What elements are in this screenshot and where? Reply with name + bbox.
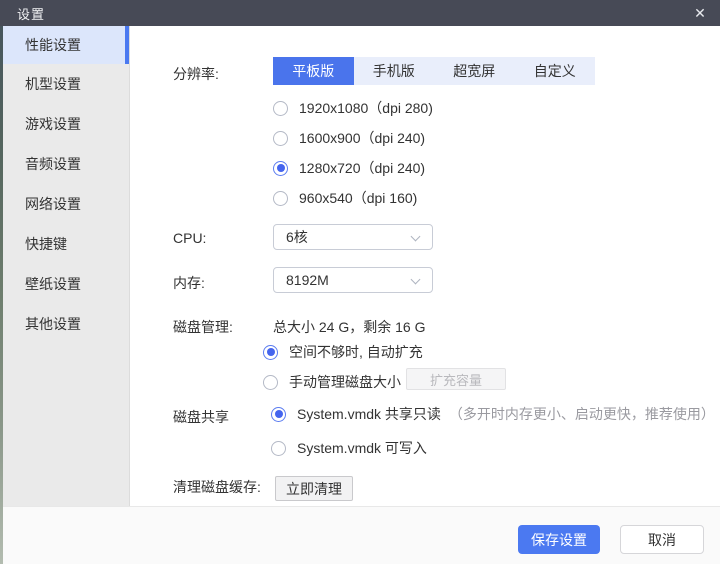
resolution-option-960x540[interactable]: 960x540（dpi 160) — [273, 188, 417, 208]
tab-tablet[interactable]: 平板版 — [273, 57, 354, 85]
sidebar-item-label: 壁纸设置 — [25, 276, 81, 292]
radio-label: 960x540（dpi 160) — [299, 190, 418, 206]
expand-capacity-button[interactable]: 扩充容量 — [406, 368, 506, 390]
radio-label: 1280x720（dpi 240) — [299, 160, 426, 176]
radio-label: System.vmdk 可写入 — [297, 440, 427, 456]
settings-window: 设置 ✕ 性能设置 机型设置 游戏设置 音频设置 网络设置 快捷键 壁纸设置 其… — [0, 0, 720, 564]
chevron-down-icon — [410, 274, 421, 285]
close-icon[interactable]: ✕ — [686, 0, 714, 26]
radio-icon — [271, 406, 286, 422]
radio-label: 1600x900（dpi 240) — [299, 130, 426, 146]
disk-management-label: 磁盘管理: — [173, 319, 233, 335]
sidebar-item-performance[interactable]: 性能设置 — [3, 26, 129, 64]
chevron-down-icon — [410, 231, 421, 242]
disk-share-writable-option[interactable]: System.vmdk 可写入 — [271, 438, 427, 458]
sidebar-item-audio[interactable]: 音频设置 — [3, 144, 129, 184]
disk-share-readonly-option[interactable]: System.vmdk 共享只读 （多开时内存更小、启动更快，推荐使用） — [271, 404, 715, 424]
radio-label: 空间不够时, 自动扩充 — [289, 344, 423, 360]
radio-note: （多开时内存更小、启动更快，推荐使用） — [448, 406, 715, 422]
sidebar-item-network[interactable]: 网络设置 — [3, 184, 129, 224]
window-title: 设置 — [17, 6, 46, 22]
sidebar-item-other[interactable]: 其他设置 — [3, 304, 129, 344]
clean-cache-label: 清理磁盘缓存: — [173, 479, 261, 495]
sidebar-item-wallpaper[interactable]: 壁纸设置 — [3, 264, 129, 304]
sidebar-item-game[interactable]: 游戏设置 — [3, 104, 129, 144]
radio-icon — [273, 190, 288, 206]
tab-phone[interactable]: 手机版 — [354, 57, 435, 85]
radio-icon — [271, 440, 286, 456]
radio-icon — [263, 344, 278, 360]
resolution-option-1600x900[interactable]: 1600x900（dpi 240) — [273, 128, 425, 148]
cpu-select[interactable]: 6核 — [273, 224, 433, 250]
sidebar-item-label: 快捷键 — [25, 236, 67, 252]
resolution-option-1920x1080[interactable]: 1920x1080（dpi 280) — [273, 98, 433, 118]
sidebar-item-label: 其他设置 — [25, 316, 81, 332]
memory-select-value: 8192M — [286, 272, 329, 288]
disk-auto-expand-option[interactable]: 空间不够时, 自动扩充 — [263, 342, 423, 362]
tab-custom[interactable]: 自定义 — [515, 57, 596, 85]
tab-label: 手机版 — [372, 63, 415, 79]
clean-now-button[interactable]: 立即清理 — [275, 476, 353, 501]
save-button[interactable]: 保存设置 — [518, 525, 600, 554]
resolution-label: 分辨率: — [173, 66, 219, 82]
radio-label: 手动管理磁盘大小 — [289, 374, 401, 390]
tab-label: 自定义 — [533, 63, 576, 79]
resolution-tabbar: 平板版 手机版 超宽屏 自定义 — [273, 57, 595, 85]
radio-icon — [273, 160, 288, 176]
sidebar-item-label: 游戏设置 — [25, 116, 81, 132]
disk-manual-manage-option[interactable]: 手动管理磁盘大小 — [263, 372, 401, 392]
radio-icon — [273, 100, 288, 116]
cpu-label: CPU: — [173, 230, 207, 246]
sidebar-item-shortcuts[interactable]: 快捷键 — [3, 224, 129, 264]
sidebar-item-label: 网络设置 — [25, 196, 81, 212]
tab-label: 超宽屏 — [453, 63, 496, 79]
footer: 保存设置 取消 — [3, 506, 720, 564]
tab-label: 平板版 — [292, 63, 335, 79]
memory-select[interactable]: 8192M — [273, 267, 433, 293]
memory-label: 内存: — [173, 275, 205, 291]
disk-sharing-label: 磁盘共享 — [173, 409, 229, 425]
tab-ultrawide[interactable]: 超宽屏 — [434, 57, 515, 85]
radio-icon — [263, 374, 278, 390]
sidebar-item-label: 音频设置 — [25, 156, 81, 172]
cpu-select-value: 6核 — [286, 229, 308, 245]
sidebar-item-label: 性能设置 — [25, 37, 81, 53]
sidebar: 性能设置 机型设置 游戏设置 音频设置 网络设置 快捷键 壁纸设置 其他设置 — [3, 26, 130, 506]
radio-label: System.vmdk 共享只读 — [297, 406, 441, 422]
settings-panel-performance: 分辨率: 平板版 手机版 超宽屏 自定义 1920x1080（dpi 280) … — [130, 26, 720, 506]
titlebar[interactable]: 设置 ✕ — [0, 0, 720, 26]
resolution-option-1280x720[interactable]: 1280x720（dpi 240) — [273, 158, 425, 178]
disk-size-summary: 总大小 24 G，剩余 16 G — [273, 319, 426, 335]
radio-icon — [273, 130, 288, 146]
cancel-button[interactable]: 取消 — [620, 525, 704, 554]
sidebar-item-device[interactable]: 机型设置 — [3, 64, 129, 104]
sidebar-item-label: 机型设置 — [25, 76, 81, 92]
radio-label: 1920x1080（dpi 280) — [299, 100, 433, 116]
